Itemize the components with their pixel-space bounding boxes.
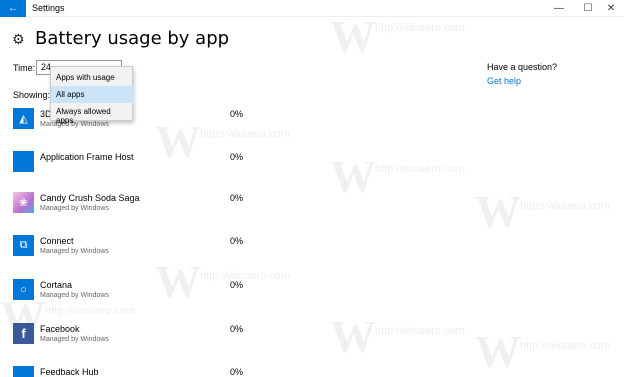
app-subtitle: Managed by Windows — [40, 248, 109, 255]
app-percent: 0% — [230, 280, 244, 290]
cortana-icon: ○ — [13, 279, 34, 300]
window-title: Settings — [32, 3, 65, 13]
app-subtitle: Managed by Windows — [40, 205, 109, 212]
watermark-text: http://winaero.com — [375, 163, 465, 175]
list-item[interactable]: f Facebook Managed by Windows 0% — [13, 323, 253, 351]
page-title: Battery usage by app — [35, 28, 230, 49]
watermark-logo: W — [475, 326, 521, 377]
minimize-icon: — — [554, 3, 564, 14]
feedback-hub-icon — [13, 366, 34, 377]
close-button[interactable]: ✕ — [598, 0, 624, 17]
list-item[interactable]: Feedback Hub 0% — [13, 366, 253, 377]
app-subtitle: Managed by Windows — [40, 121, 109, 128]
close-icon: ✕ — [606, 3, 616, 14]
list-item[interactable]: Application Frame Host 0% — [13, 151, 253, 179]
app-frame-icon — [13, 151, 34, 172]
watermark-text: http://winaero.com — [520, 200, 610, 212]
app-percent: 0% — [230, 193, 244, 203]
dropdown-option-apps-with-usage[interactable]: Apps with usage — [51, 69, 134, 86]
candy-crush-icon: ❀ — [13, 192, 34, 213]
time-label: Time: — [13, 63, 36, 73]
maximize-icon: ☐ — [583, 3, 593, 14]
watermark-logo: W — [330, 311, 376, 362]
app-name: Connect — [40, 236, 74, 246]
watermark-logo: W — [330, 11, 376, 62]
app-name: Cortana — [40, 280, 73, 290]
back-arrow-icon: ← — [8, 3, 18, 14]
title-bar: ← Settings — ☐ ✕ — [0, 0, 624, 17]
showing-dropdown: Apps with usage All apps Always allowed … — [50, 66, 134, 125]
app-percent: 0% — [230, 236, 244, 246]
app-percent: 0% — [230, 324, 244, 334]
watermark-text: http://winaero.com — [375, 325, 465, 337]
dropdown-option-all-apps[interactable]: All apps — [51, 86, 134, 103]
watermark-logo: W — [475, 186, 521, 237]
app-subtitle: Managed by Windows — [40, 292, 109, 299]
watermark-logo: W — [330, 151, 376, 202]
3d-builder-icon: ◭ — [13, 108, 34, 129]
minimize-button[interactable]: — — [546, 0, 572, 17]
back-button[interactable]: ← — [0, 0, 26, 17]
app-name: Application Frame Host — [40, 152, 134, 162]
watermark-text: http://winaero.com — [520, 340, 610, 352]
list-item[interactable]: ⧉ Connect Managed by Windows 0% — [13, 235, 253, 263]
get-help-link[interactable]: Get help — [487, 76, 521, 86]
facebook-icon: f — [13, 323, 34, 344]
showing-label: Showing: — [13, 90, 51, 100]
app-percent: 0% — [230, 367, 244, 377]
gear-icon: ⚙ — [12, 31, 25, 47]
app-subtitle: Managed by Windows — [40, 336, 109, 343]
list-item[interactable]: ❀ Candy Crush Soda Saga Managed by Windo… — [13, 192, 253, 220]
list-item[interactable]: ○ Cortana Managed by Windows 0% — [13, 279, 253, 307]
app-percent: 0% — [230, 109, 244, 119]
app-percent: 0% — [230, 152, 244, 162]
dropdown-option-always-allowed-apps[interactable]: Always allowed apps — [51, 103, 134, 125]
app-name: Feedback Hub — [40, 367, 99, 377]
app-name: Candy Crush Soda Saga — [40, 193, 140, 203]
watermark-text: http://winaero.com — [375, 22, 465, 34]
help-question: Have a question? — [487, 62, 558, 72]
connect-icon: ⧉ — [13, 235, 34, 256]
app-name: Facebook — [40, 324, 80, 334]
